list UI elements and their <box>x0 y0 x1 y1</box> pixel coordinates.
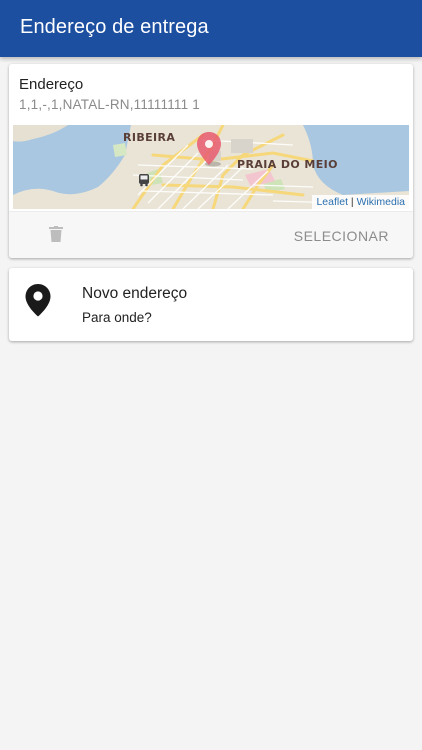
new-address-card[interactable]: Novo endereço Para onde? <box>9 268 413 341</box>
map-label-ribeira: RIBEIRA <box>123 131 176 144</box>
address-card[interactable]: Endereço 1,1,-,1,NATAL-RN,11111111 1 RIB… <box>9 64 413 258</box>
map-attribution: Leaflet | Wikimedia <box>312 195 409 209</box>
wikimedia-link[interactable]: Wikimedia <box>357 196 405 208</box>
new-address-title: Novo endereço <box>82 285 188 302</box>
map-label-praia-do-meio: PRAIA DO MEIO <box>237 158 338 171</box>
attribution-separator: | <box>348 196 357 208</box>
leaflet-link[interactable]: Leaflet <box>316 196 348 208</box>
card-actions: SELECIONAR <box>9 211 413 258</box>
map-marker-icon[interactable] <box>196 131 222 167</box>
app-bar: Endereço de entrega <box>0 0 422 57</box>
trash-icon[interactable] <box>49 226 63 242</box>
select-button[interactable]: SELECIONAR <box>294 228 389 244</box>
new-address-subtitle: Para onde? <box>82 310 152 325</box>
location-pin-icon <box>25 284 51 317</box>
map-preview[interactable]: RIBEIRA PRAIA DO MEIO Leaflet | Wikimedi… <box>13 125 409 209</box>
address-text: 1,1,-,1,NATAL-RN,11111111 1 <box>19 97 200 112</box>
address-title: Endereço <box>19 76 84 93</box>
page-title: Endereço de entrega <box>20 16 209 38</box>
bus-icon <box>139 174 149 187</box>
